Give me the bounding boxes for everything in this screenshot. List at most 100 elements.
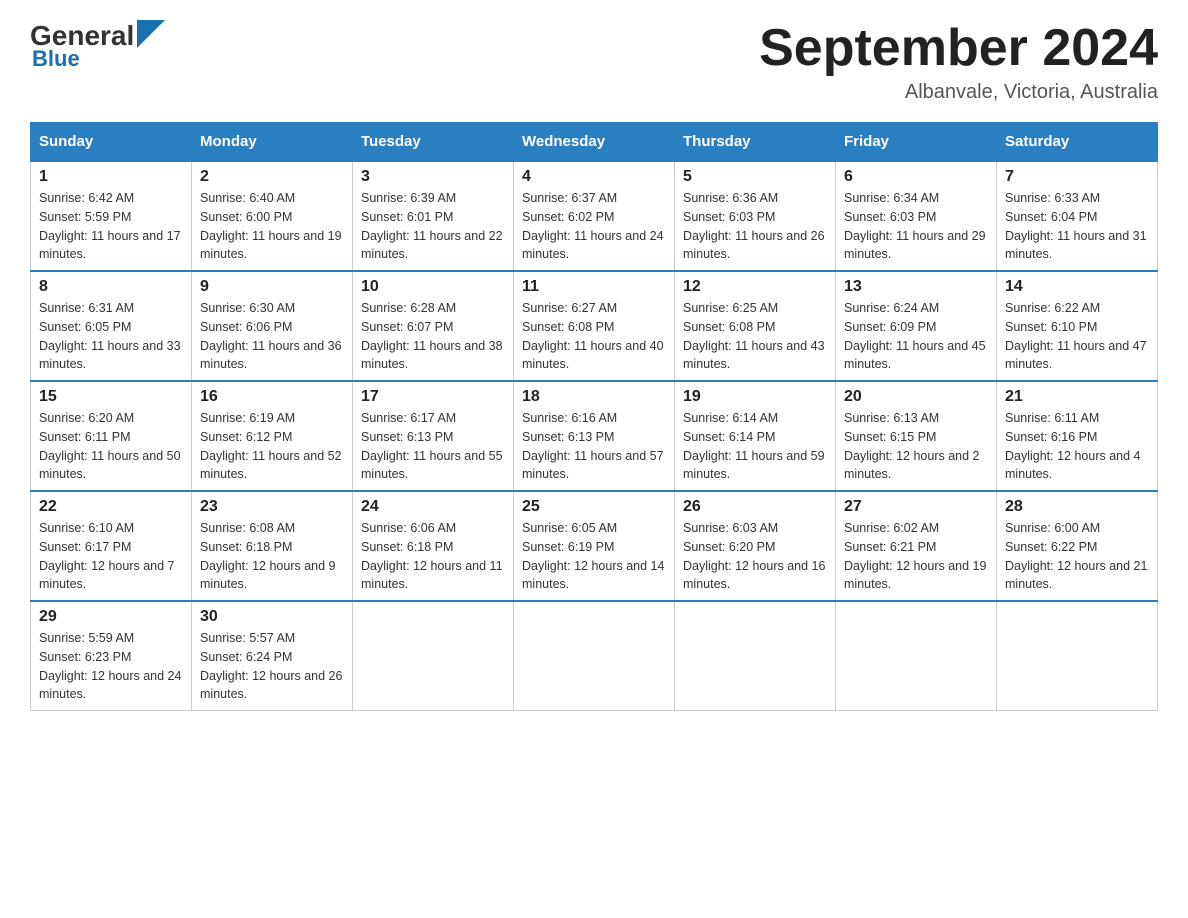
calendar-cell: 1 Sunrise: 6:42 AM Sunset: 5:59 PM Dayli… — [31, 161, 192, 271]
day-info: Sunrise: 6:27 AM Sunset: 6:08 PM Dayligh… — [522, 299, 666, 374]
calendar-cell: 15 Sunrise: 6:20 AM Sunset: 6:11 PM Dayl… — [31, 381, 192, 491]
day-info: Sunrise: 5:57 AM Sunset: 6:24 PM Dayligh… — [200, 629, 344, 704]
calendar-cell — [836, 601, 997, 711]
day-info: Sunrise: 6:05 AM Sunset: 6:19 PM Dayligh… — [522, 519, 666, 594]
calendar-cell — [997, 601, 1158, 711]
day-info: Sunrise: 6:14 AM Sunset: 6:14 PM Dayligh… — [683, 409, 827, 484]
day-info: Sunrise: 6:36 AM Sunset: 6:03 PM Dayligh… — [683, 189, 827, 264]
day-info: Sunrise: 6:33 AM Sunset: 6:04 PM Dayligh… — [1005, 189, 1149, 264]
calendar-cell: 7 Sunrise: 6:33 AM Sunset: 6:04 PM Dayli… — [997, 161, 1158, 271]
day-info: Sunrise: 6:13 AM Sunset: 6:15 PM Dayligh… — [844, 409, 988, 484]
day-number: 23 — [200, 498, 344, 516]
week-row-2: 8 Sunrise: 6:31 AM Sunset: 6:05 PM Dayli… — [31, 271, 1158, 381]
week-row-4: 22 Sunrise: 6:10 AM Sunset: 6:17 PM Dayl… — [31, 491, 1158, 601]
calendar-cell: 27 Sunrise: 6:02 AM Sunset: 6:21 PM Dayl… — [836, 491, 997, 601]
day-info: Sunrise: 6:17 AM Sunset: 6:13 PM Dayligh… — [361, 409, 505, 484]
calendar-cell: 13 Sunrise: 6:24 AM Sunset: 6:09 PM Dayl… — [836, 271, 997, 381]
calendar-cell — [675, 601, 836, 711]
day-info: Sunrise: 6:16 AM Sunset: 6:13 PM Dayligh… — [522, 409, 666, 484]
day-header-saturday: Saturday — [997, 123, 1158, 162]
day-info: Sunrise: 6:34 AM Sunset: 6:03 PM Dayligh… — [844, 189, 988, 264]
day-number: 28 — [1005, 498, 1149, 516]
day-info: Sunrise: 6:03 AM Sunset: 6:20 PM Dayligh… — [683, 519, 827, 594]
day-number: 15 — [39, 388, 183, 406]
day-header-wednesday: Wednesday — [514, 123, 675, 162]
week-row-1: 1 Sunrise: 6:42 AM Sunset: 5:59 PM Dayli… — [31, 161, 1158, 271]
calendar-cell: 28 Sunrise: 6:00 AM Sunset: 6:22 PM Dayl… — [997, 491, 1158, 601]
day-number: 2 — [200, 168, 344, 186]
day-header-thursday: Thursday — [675, 123, 836, 162]
day-header-row: SundayMondayTuesdayWednesdayThursdayFrid… — [31, 123, 1158, 162]
calendar-cell: 16 Sunrise: 6:19 AM Sunset: 6:12 PM Dayl… — [192, 381, 353, 491]
calendar-cell: 24 Sunrise: 6:06 AM Sunset: 6:18 PM Dayl… — [353, 491, 514, 601]
week-row-5: 29 Sunrise: 5:59 AM Sunset: 6:23 PM Dayl… — [31, 601, 1158, 711]
day-info: Sunrise: 6:00 AM Sunset: 6:22 PM Dayligh… — [1005, 519, 1149, 594]
calendar-cell — [353, 601, 514, 711]
day-info: Sunrise: 6:30 AM Sunset: 6:06 PM Dayligh… — [200, 299, 344, 374]
day-number: 25 — [522, 498, 666, 516]
logo-blue-text: Blue — [32, 46, 80, 72]
calendar-cell: 9 Sunrise: 6:30 AM Sunset: 6:06 PM Dayli… — [192, 271, 353, 381]
calendar-cell: 19 Sunrise: 6:14 AM Sunset: 6:14 PM Dayl… — [675, 381, 836, 491]
day-info: Sunrise: 6:19 AM Sunset: 6:12 PM Dayligh… — [200, 409, 344, 484]
month-title: September 2024 — [759, 20, 1158, 77]
day-number: 21 — [1005, 388, 1149, 406]
calendar-cell: 30 Sunrise: 5:57 AM Sunset: 6:24 PM Dayl… — [192, 601, 353, 711]
calendar-cell: 3 Sunrise: 6:39 AM Sunset: 6:01 PM Dayli… — [353, 161, 514, 271]
calendar-cell: 4 Sunrise: 6:37 AM Sunset: 6:02 PM Dayli… — [514, 161, 675, 271]
day-info: Sunrise: 5:59 AM Sunset: 6:23 PM Dayligh… — [39, 629, 183, 704]
calendar-cell: 11 Sunrise: 6:27 AM Sunset: 6:08 PM Dayl… — [514, 271, 675, 381]
day-number: 4 — [522, 168, 666, 186]
day-number: 24 — [361, 498, 505, 516]
location-subtitle: Albanvale, Victoria, Australia — [759, 81, 1158, 104]
day-info: Sunrise: 6:06 AM Sunset: 6:18 PM Dayligh… — [361, 519, 505, 594]
day-number: 26 — [683, 498, 827, 516]
day-number: 6 — [844, 168, 988, 186]
calendar-cell: 12 Sunrise: 6:25 AM Sunset: 6:08 PM Dayl… — [675, 271, 836, 381]
day-number: 18 — [522, 388, 666, 406]
calendar-cell: 29 Sunrise: 5:59 AM Sunset: 6:23 PM Dayl… — [31, 601, 192, 711]
day-number: 13 — [844, 278, 988, 296]
day-number: 30 — [200, 608, 344, 626]
day-info: Sunrise: 6:37 AM Sunset: 6:02 PM Dayligh… — [522, 189, 666, 264]
calendar-cell: 5 Sunrise: 6:36 AM Sunset: 6:03 PM Dayli… — [675, 161, 836, 271]
day-number: 12 — [683, 278, 827, 296]
day-info: Sunrise: 6:22 AM Sunset: 6:10 PM Dayligh… — [1005, 299, 1149, 374]
day-info: Sunrise: 6:10 AM Sunset: 6:17 PM Dayligh… — [39, 519, 183, 594]
calendar-cell: 14 Sunrise: 6:22 AM Sunset: 6:10 PM Dayl… — [997, 271, 1158, 381]
day-number: 1 — [39, 168, 183, 186]
day-info: Sunrise: 6:02 AM Sunset: 6:21 PM Dayligh… — [844, 519, 988, 594]
day-number: 22 — [39, 498, 183, 516]
page-header: General Blue September 2024 Albanvale, V… — [30, 20, 1158, 104]
calendar-cell: 8 Sunrise: 6:31 AM Sunset: 6:05 PM Dayli… — [31, 271, 192, 381]
day-header-sunday: Sunday — [31, 123, 192, 162]
day-number: 7 — [1005, 168, 1149, 186]
day-info: Sunrise: 6:39 AM Sunset: 6:01 PM Dayligh… — [361, 189, 505, 264]
day-number: 17 — [361, 388, 505, 406]
calendar-cell: 18 Sunrise: 6:16 AM Sunset: 6:13 PM Dayl… — [514, 381, 675, 491]
day-info: Sunrise: 6:40 AM Sunset: 6:00 PM Dayligh… — [200, 189, 344, 264]
day-info: Sunrise: 6:31 AM Sunset: 6:05 PM Dayligh… — [39, 299, 183, 374]
calendar-table: SundayMondayTuesdayWednesdayThursdayFrid… — [30, 122, 1158, 711]
title-area: September 2024 Albanvale, Victoria, Aust… — [759, 20, 1158, 104]
day-header-tuesday: Tuesday — [353, 123, 514, 162]
calendar-cell: 2 Sunrise: 6:40 AM Sunset: 6:00 PM Dayli… — [192, 161, 353, 271]
day-info: Sunrise: 6:11 AM Sunset: 6:16 PM Dayligh… — [1005, 409, 1149, 484]
calendar-cell: 21 Sunrise: 6:11 AM Sunset: 6:16 PM Dayl… — [997, 381, 1158, 491]
day-header-monday: Monday — [192, 123, 353, 162]
week-row-3: 15 Sunrise: 6:20 AM Sunset: 6:11 PM Dayl… — [31, 381, 1158, 491]
calendar-cell: 6 Sunrise: 6:34 AM Sunset: 6:03 PM Dayli… — [836, 161, 997, 271]
day-number: 10 — [361, 278, 505, 296]
day-number: 20 — [844, 388, 988, 406]
calendar-cell: 26 Sunrise: 6:03 AM Sunset: 6:20 PM Dayl… — [675, 491, 836, 601]
day-number: 3 — [361, 168, 505, 186]
day-number: 29 — [39, 608, 183, 626]
logo-triangle-icon — [137, 20, 165, 48]
day-number: 27 — [844, 498, 988, 516]
day-number: 19 — [683, 388, 827, 406]
day-number: 8 — [39, 278, 183, 296]
day-info: Sunrise: 6:25 AM Sunset: 6:08 PM Dayligh… — [683, 299, 827, 374]
day-number: 14 — [1005, 278, 1149, 296]
logo: General Blue — [30, 20, 165, 72]
calendar-cell: 17 Sunrise: 6:17 AM Sunset: 6:13 PM Dayl… — [353, 381, 514, 491]
